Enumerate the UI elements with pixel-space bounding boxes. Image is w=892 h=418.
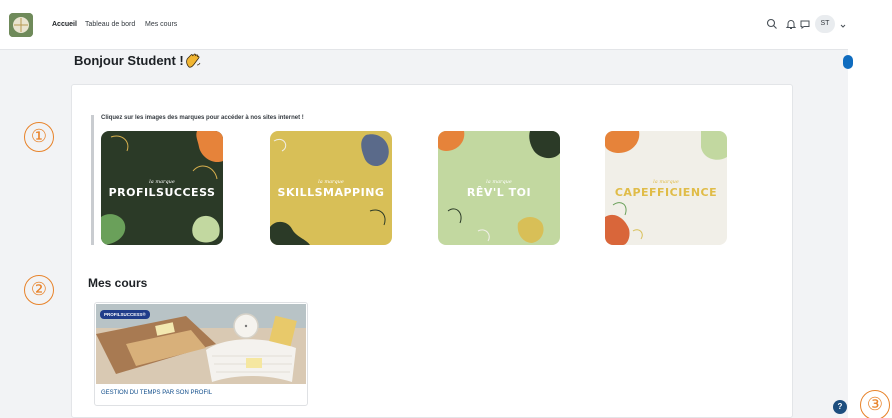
user-avatar[interactable]: ST	[815, 15, 835, 33]
annotation-marker-1: ①	[24, 122, 54, 152]
brand-name: PROFILSUCCESS	[108, 186, 216, 199]
drawer-toggle[interactable]	[843, 55, 853, 69]
page-title: Bonjour Student !	[74, 53, 184, 68]
brand-tile-profilsuccess[interactable]: la marque PROFILSUCCESS	[101, 131, 223, 245]
brand-tagline: la marque	[486, 179, 512, 185]
bell-icon[interactable]	[784, 17, 798, 31]
chevron-down-icon[interactable]	[839, 18, 847, 28]
help-button[interactable]: ?	[833, 400, 847, 414]
brand-name: RÊV'L TOI	[466, 186, 532, 199]
course-badge: PROFILSUCCESS®	[100, 310, 150, 319]
brand-tagline: la marque	[149, 179, 175, 185]
nav-link-mes-cours[interactable]: Mes cours	[145, 21, 177, 28]
search-icon[interactable]	[765, 17, 779, 31]
brand-tile-skillsmapping[interactable]: la marque SKILLSMAPPING	[270, 131, 392, 245]
brand-tile-capefficience[interactable]: la marque CAPEFFICIENCE	[605, 131, 727, 245]
brand-tagline: la marque	[318, 179, 344, 185]
brand-name: CAPEFFICIENCE	[614, 186, 718, 199]
course-card[interactable]: PROFILSUCCESS® GESTION DU TEMPS PAR SON …	[94, 302, 308, 406]
top-navbar: Accueil Tableau de bord Mes cours ST	[0, 0, 848, 50]
brands-caption: Cliquez sur les images des marques pour …	[101, 115, 304, 121]
chat-icon[interactable]	[798, 17, 812, 31]
waving-hand-icon	[184, 52, 202, 70]
courses-heading: Mes cours	[88, 276, 148, 290]
brand-tile-revl-toi[interactable]: la marque RÊV'L TOI	[438, 131, 560, 245]
brand-tagline: la marque	[653, 179, 679, 185]
app-window: Accueil Tableau de bord Mes cours ST Bon…	[0, 0, 848, 418]
site-logo[interactable]	[9, 13, 33, 37]
page: Accueil Tableau de bord Mes cours ST Bon…	[0, 0, 892, 418]
course-title-link[interactable]: GESTION DU TEMPS PAR SON PROFIL	[101, 390, 212, 396]
brand-name: SKILLSMAPPING	[277, 186, 385, 199]
nav-link-tableau-de-bord[interactable]: Tableau de bord	[85, 21, 135, 28]
annotation-marker-3: ③	[860, 390, 890, 418]
annotation-marker-2: ②	[24, 275, 54, 305]
block-accent-bar	[91, 115, 94, 245]
nav-link-accueil[interactable]: Accueil	[52, 21, 77, 28]
